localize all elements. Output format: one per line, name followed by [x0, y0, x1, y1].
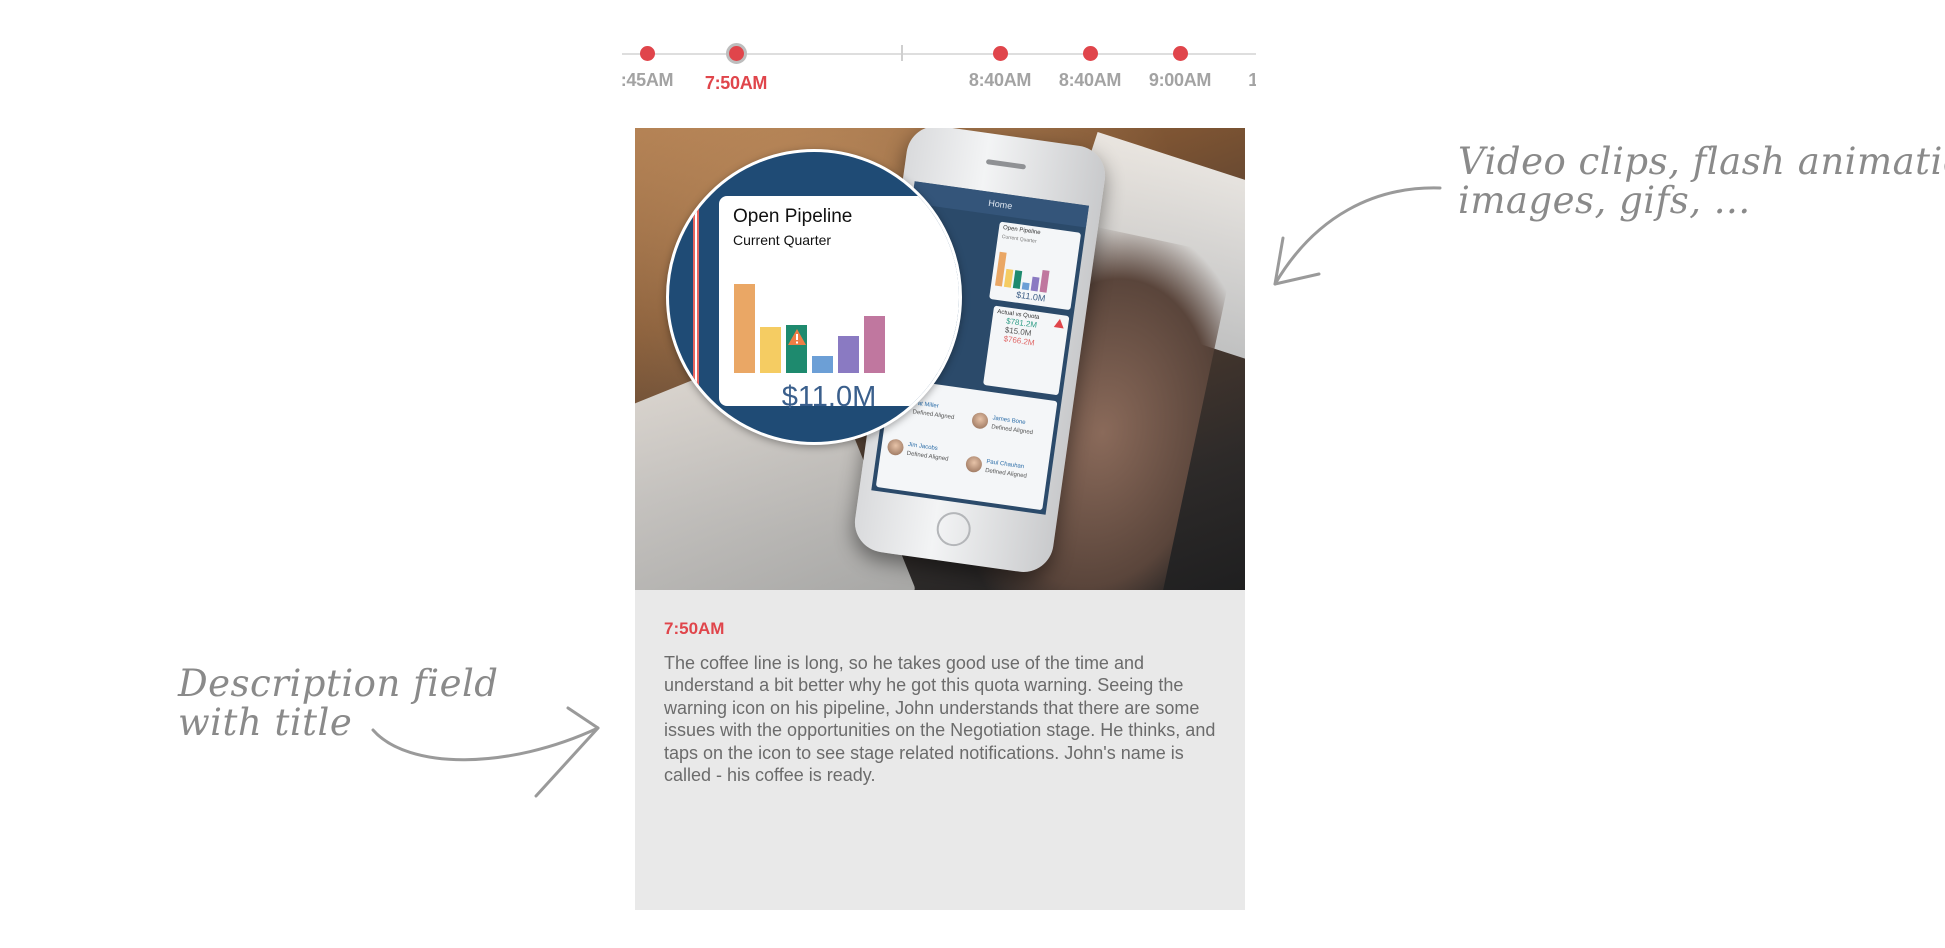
phone-speaker: [985, 159, 1027, 170]
avatar: [970, 411, 990, 430]
goal-person-status: Defined Aligned: [990, 424, 1034, 437]
goal-person-name: Jim Jacobs: [907, 441, 939, 453]
timeline-time: 7:50AM: [704, 73, 768, 93]
timeline-event[interactable]: 11:10: [1220, 43, 1256, 91]
pipeline-bar[interactable]: [734, 284, 755, 373]
annotation-media-line: Video clips, flash animations,: [1458, 140, 1945, 183]
arrow-icon: [371, 706, 600, 798]
timeline-time: 11:10: [1248, 70, 1256, 90]
goal-person-status: Defined Aligned: [912, 409, 955, 422]
timeline-tick: [901, 45, 903, 61]
timeline-time: 8:40AM: [1058, 70, 1122, 90]
timeline-dot[interactable]: [639, 46, 655, 61]
pipeline-bar[interactable]: [838, 336, 859, 373]
media-image: Home Open Pipeline Current Quarter $11.0…: [635, 128, 1245, 590]
description-text: The coffee line is long, so he takes goo…: [664, 653, 1216, 786]
timeline-event[interactable]: 8:40AM: [950, 43, 1050, 91]
timeline-dot[interactable]: [992, 46, 1008, 61]
goal-person-status: Defined Aligned: [906, 450, 949, 463]
timeline-dot-selected[interactable]: [725, 43, 747, 64]
description-title: 7:50AM: [664, 619, 725, 638]
warning-icon: [1053, 318, 1065, 329]
description-panel: 7:50AM The coffee line is long, so he ta…: [635, 590, 1245, 910]
avatar: [886, 438, 905, 457]
mini-bar: [1021, 282, 1030, 291]
timeline-time: 9:00AM: [1148, 70, 1212, 90]
pipeline-bar-chart: [719, 196, 959, 406]
annotation-media-line: images, gifs, ...: [1458, 179, 1751, 222]
timeline-time: 8:40AM: [968, 70, 1032, 90]
warning-icon[interactable]: [787, 328, 807, 346]
timeline-dot[interactable]: [1082, 46, 1098, 61]
magnifier-side-bar: [693, 202, 699, 392]
phone-home-button: [934, 509, 973, 549]
magnifier: Open Pipeline Current Quarter $11.0M: [666, 149, 962, 445]
goal-person: Paul Chauhan Defined Aligned: [964, 455, 1036, 480]
timeline: :45AM 7:50AM 8:40AM 8:40AM 9:00AM 11:10: [622, 36, 1256, 96]
mini-bar: [1003, 268, 1014, 288]
mini-bar: [1039, 269, 1050, 293]
pipeline-value: $11.0M: [781, 381, 877, 413]
mini-quota-card: Actual vs Quota $781.2M $15.0M $766.2M: [983, 305, 1070, 396]
pipeline-bar[interactable]: [812, 356, 833, 373]
mini-bar: [1012, 270, 1023, 289]
goal-person: James Bone Defined Aligned: [970, 411, 1042, 436]
pipeline-bar[interactable]: [864, 316, 885, 373]
timeline-event-active[interactable]: 7:50AM: [686, 43, 786, 94]
mini-bar: [1030, 276, 1040, 292]
mini-pipeline-card: Open Pipeline Current Quarter $11.0M: [989, 221, 1082, 311]
avatar: [964, 455, 983, 474]
timeline-dot[interactable]: [1172, 46, 1188, 61]
timeline-event[interactable]: 8:40AM: [1040, 43, 1140, 91]
annotation-media: Video clips, flash animations, images, g…: [1458, 142, 1945, 220]
goal-person: Jim Jacobs Defined Aligned: [886, 438, 958, 463]
timeline-event[interactable]: 9:00AM: [1130, 43, 1230, 91]
annotation-description-line: Description field: [178, 662, 499, 705]
pipeline-card[interactable]: Open Pipeline Current Quarter $11.0M: [719, 196, 959, 413]
arrow-icon: [1273, 186, 1442, 286]
pipeline-bar[interactable]: [760, 327, 781, 373]
